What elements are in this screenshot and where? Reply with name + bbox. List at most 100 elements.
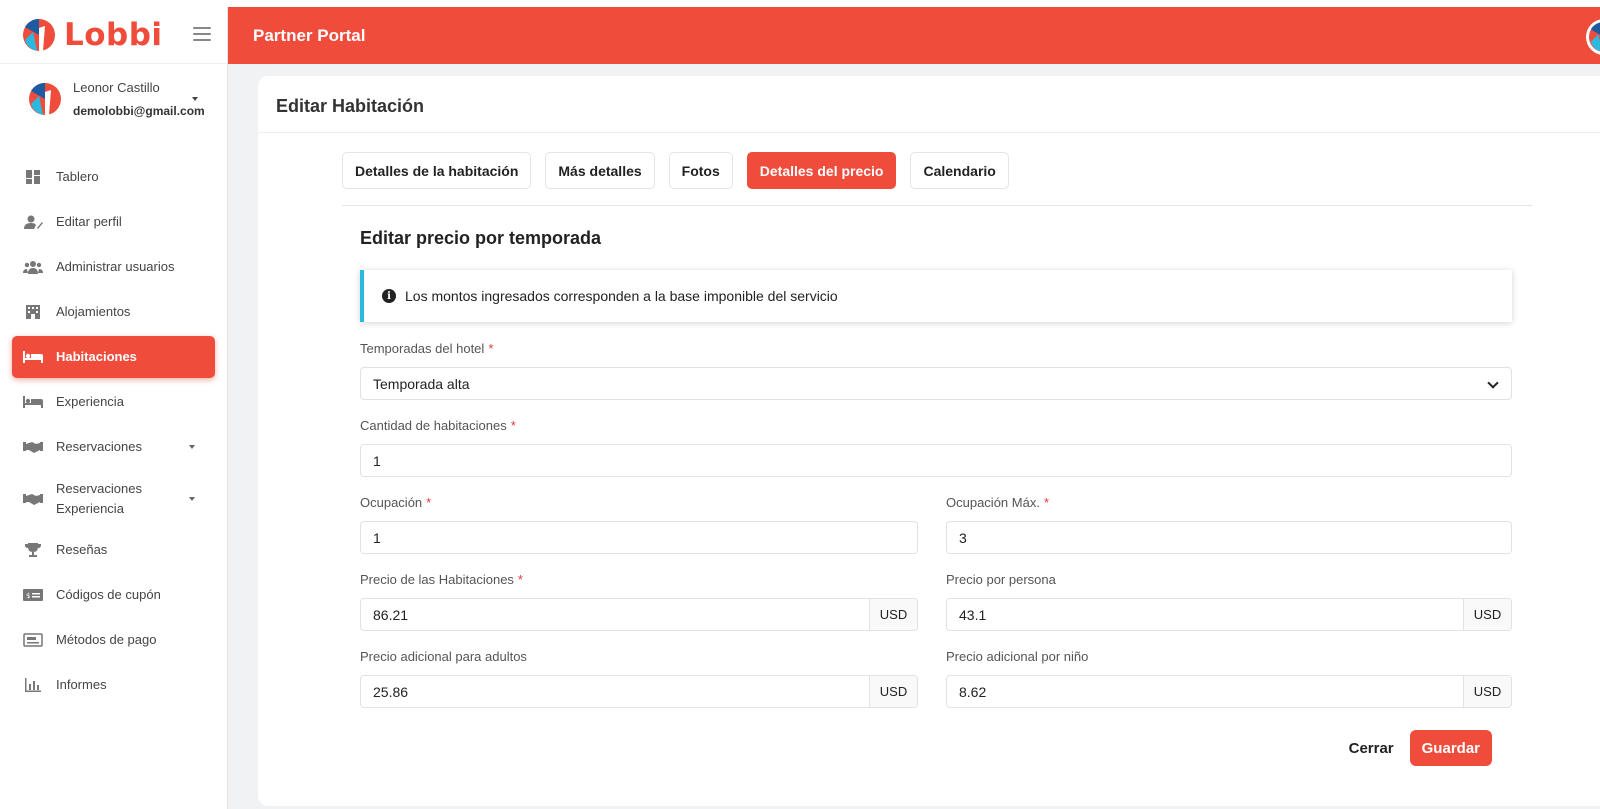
menu-toggle-icon[interactable]	[193, 27, 211, 41]
sidebar-item-informes[interactable]: Informes	[12, 664, 215, 706]
tab-photos[interactable]: Fotos	[668, 152, 733, 189]
info-icon: i	[382, 289, 396, 303]
save-button[interactable]: Guardar	[1409, 730, 1492, 766]
season-field: Temporadas del hotel * Temporada alta	[360, 341, 1512, 400]
sidebar-item-label: Reservaciones	[56, 439, 142, 454]
sidebar-item-habitaciones[interactable]: Habitaciones	[12, 336, 215, 378]
coupon-icon: $	[23, 589, 43, 601]
price-per-person-input[interactable]: 43.1	[947, 599, 1463, 630]
chevron-down-icon	[189, 496, 195, 501]
handshake-icon	[23, 442, 43, 453]
chevron-down-icon	[1487, 377, 1499, 389]
brand-name: Lobbi	[64, 17, 163, 53]
sidebar-item-label: Editar perfil	[56, 214, 122, 229]
sidebar-item-administrar-usuarios[interactable]: Administrar usuarios	[12, 246, 215, 288]
room-price-group: 86.21 USD	[360, 598, 918, 631]
field-label: Precio por persona	[946, 572, 1056, 587]
window-top-strip	[0, 0, 1600, 7]
sidebar-item-label: Habitaciones	[56, 349, 137, 364]
header-avatar[interactable]	[1586, 19, 1600, 55]
sidebar-nav: Tablero Editar perfil Administrar usuari…	[0, 156, 227, 706]
child-extra-group: 8.62 USD	[946, 675, 1512, 708]
adult-extra-input[interactable]: 25.86	[361, 676, 869, 707]
sidebar-item-label: Métodos de pago	[56, 632, 157, 647]
lobbi-logo-icon	[23, 18, 55, 51]
svg-text:$: $	[26, 592, 30, 600]
currency-addon: USD	[1463, 676, 1511, 707]
user-email: demolobbi@gmail.com	[73, 104, 205, 118]
sidebar-item-editar-perfil[interactable]: Editar perfil	[12, 201, 215, 243]
bed-icon	[23, 351, 43, 363]
divider	[342, 205, 1532, 206]
sidebar: Lobbi Leonor Castillo demolobbi@gmail.co…	[0, 7, 228, 809]
field-label: Precio de las Habitaciones *	[360, 572, 523, 587]
field-label: Ocupación *	[360, 495, 432, 510]
field-label: Temporadas del hotel *	[360, 341, 494, 356]
handshake-icon	[23, 493, 43, 505]
sidebar-item-experiencia[interactable]: Experiencia	[12, 381, 215, 423]
tab-room-details[interactable]: Detalles de la habitación	[342, 152, 532, 189]
sidebar-item-tablero[interactable]: Tablero	[12, 156, 215, 198]
sidebar-item-label: Experiencia	[56, 394, 124, 409]
currency-addon: USD	[869, 676, 917, 707]
chevron-down-icon	[189, 445, 195, 449]
season-select[interactable]: Temporada alta	[360, 367, 1512, 400]
avatar	[29, 82, 61, 115]
trophy-icon	[25, 543, 41, 557]
field-label: Precio adicional para adultos	[360, 649, 527, 664]
chart-icon	[25, 678, 41, 692]
tab-more-details[interactable]: Más detalles	[545, 152, 655, 189]
header-title: Partner Portal	[253, 26, 366, 45]
season-select-value: Temporada alta	[373, 375, 470, 392]
room-tabs: Detalles de la habitación Más detalles F…	[342, 152, 1023, 189]
close-button[interactable]: Cerrar	[1349, 740, 1394, 757]
currency-addon: USD	[1463, 599, 1511, 630]
sidebar-item-label: Reservaciones Experiencia	[56, 480, 142, 516]
chevron-down-icon[interactable]	[192, 97, 198, 101]
bed-icon	[23, 396, 43, 408]
sidebar-item-resenas[interactable]: Reseñas	[12, 529, 215, 571]
user-edit-icon	[24, 215, 43, 229]
page-title: Editar Habitación	[276, 96, 425, 116]
edit-room-card: Editar Habitación Detalles de la habitac…	[258, 76, 1600, 806]
users-icon	[23, 261, 43, 274]
occupancy-input[interactable]: 1	[360, 521, 918, 554]
occupancy-row: Ocupación * 1 Ocupación Máx. * 3	[360, 495, 1512, 554]
sidebar-item-label: Administrar usuarios	[56, 259, 175, 274]
dashboard-icon	[26, 170, 40, 184]
currency-addon: USD	[869, 599, 917, 630]
price-per-person-group: 43.1 USD	[946, 598, 1512, 631]
sidebar-item-codigos-cupon[interactable]: $ Códigos de cupón	[12, 574, 215, 616]
tab-price-details[interactable]: Detalles del precio	[746, 152, 897, 189]
sidebar-item-label: Tablero	[56, 169, 99, 184]
user-name: Leonor Castillo	[73, 80, 160, 95]
building-icon	[26, 305, 40, 319]
sidebar-item-alojamientos[interactable]: Alojamientos	[12, 291, 215, 333]
sidebar-item-reservaciones[interactable]: Reservaciones	[12, 426, 215, 468]
tab-calendar[interactable]: Calendario	[910, 152, 1009, 189]
sidebar-item-reservaciones-experiencia[interactable]: Reservaciones Experiencia	[12, 471, 215, 526]
adult-extra-group: 25.86 USD	[360, 675, 918, 708]
extra-price-row: Precio adicional para adultos 25.86 USD …	[360, 649, 1512, 708]
payment-icon	[23, 633, 43, 647]
sidebar-item-label: Reseñas	[56, 542, 108, 557]
top-header: Partner Portal	[228, 7, 1600, 64]
room-price-input[interactable]: 86.21	[361, 599, 869, 630]
field-label: Cantidad de habitaciones *	[360, 418, 516, 433]
lobbi-logo-icon	[1588, 22, 1600, 52]
divider	[258, 132, 1600, 133]
brand: Lobbi	[0, 7, 227, 64]
alert-text: Los montos ingresados corresponden a la …	[405, 288, 838, 304]
field-label: Precio adicional por niño	[946, 649, 1089, 664]
sidebar-item-label: Códigos de cupón	[56, 587, 161, 602]
user-profile[interactable]: Leonor Castillo demolobbi@gmail.com	[0, 64, 227, 156]
sidebar-item-label: Alojamientos	[56, 304, 131, 319]
rooms-qty-field: Cantidad de habitaciones * 1	[360, 418, 1512, 477]
sidebar-item-metodos-pago[interactable]: Métodos de pago	[12, 619, 215, 661]
form-heading: Editar precio por temporada	[360, 228, 602, 248]
rooms-qty-input[interactable]: 1	[360, 444, 1512, 477]
child-extra-input[interactable]: 8.62	[947, 676, 1463, 707]
max-occupancy-input[interactable]: 3	[946, 521, 1512, 554]
price-row: Precio de las Habitaciones * 86.21 USD Pr…	[360, 572, 1512, 631]
season-price-form: Editar precio por temporada i Los montos…	[360, 228, 1512, 726]
